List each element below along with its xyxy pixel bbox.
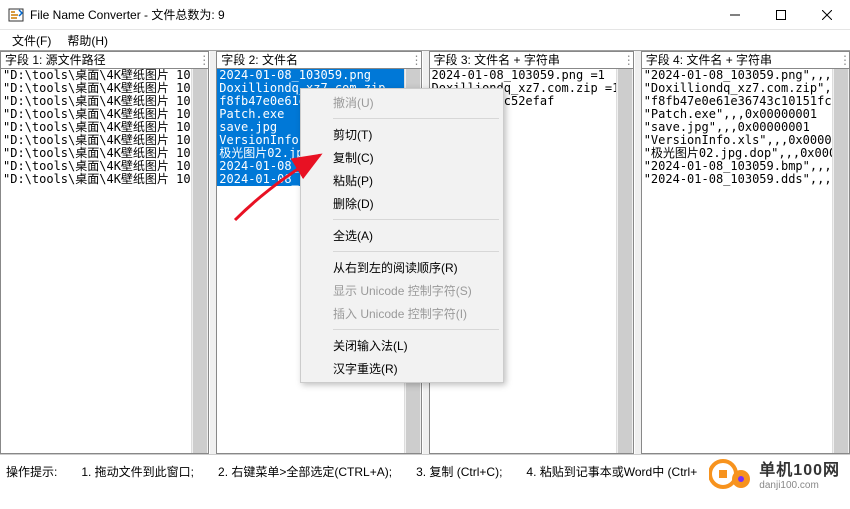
header-grip-icon: ⋮ bbox=[198, 52, 208, 68]
minimize-button[interactable] bbox=[712, 0, 758, 30]
watermark-sub: danji100.com bbox=[759, 480, 840, 491]
column-4-header-label: 字段 4: 文件名 + 字符串 bbox=[646, 52, 772, 68]
watermark-icon bbox=[709, 457, 753, 491]
hint-2: 2. 右键菜单>全部选定(CTRL+A); bbox=[218, 463, 392, 480]
ctx-separator bbox=[333, 118, 499, 119]
hint-prefix: 操作提示: bbox=[6, 463, 57, 480]
ctx-separator bbox=[333, 219, 499, 220]
menu-help[interactable]: 帮助(H) bbox=[61, 31, 114, 50]
column-1-body[interactable]: "D:\tools\桌面\4K壁纸图片 1080P"D:\tools\桌面\4K… bbox=[0, 69, 209, 454]
close-button[interactable] bbox=[804, 0, 850, 30]
column-3-scrollbar[interactable] bbox=[616, 69, 633, 453]
context-menu: 撤消(U) 剪切(T) 复制(C) 粘贴(P) 删除(D) 全选(A) 从右到左… bbox=[300, 88, 504, 383]
window-title: File Name Converter - 文件总数为: 9 bbox=[30, 6, 712, 23]
column-4-header[interactable]: 字段 4: 文件名 + 字符串 ⋮ bbox=[641, 51, 850, 69]
column-2-header-label: 字段 2: 文件名 bbox=[221, 52, 298, 68]
ctx-separator bbox=[333, 251, 499, 252]
header-grip-icon: ⋮ bbox=[623, 52, 633, 68]
title-bar: File Name Converter - 文件总数为: 9 bbox=[0, 0, 850, 30]
column-4-list[interactable]: "2024-01-08_103059.png",,,0x000"Doxillio… bbox=[642, 69, 832, 186]
column-1: 字段 1: 源文件路径 ⋮ "D:\tools\桌面\4K壁纸图片 1080P"… bbox=[0, 51, 210, 454]
watermark-text: 单机100网 bbox=[759, 456, 840, 480]
column-4: 字段 4: 文件名 + 字符串 ⋮ "2024-01-08_103059.png… bbox=[641, 51, 850, 454]
ctx-rtl[interactable]: 从右到左的阅读顺序(R) bbox=[303, 256, 501, 279]
column-1-header-label: 字段 1: 源文件路径 bbox=[5, 52, 106, 68]
column-4-scrollbar[interactable] bbox=[832, 69, 849, 453]
column-3-header[interactable]: 字段 3: 文件名 + 字符串 ⋮ bbox=[429, 51, 634, 69]
ctx-show-unicode: 显示 Unicode 控制字符(S) bbox=[303, 279, 501, 302]
ctx-delete[interactable]: 删除(D) bbox=[303, 192, 501, 215]
ctx-insert-unicode: 插入 Unicode 控制字符(I) bbox=[303, 302, 501, 325]
header-grip-icon: ⋮ bbox=[839, 52, 849, 68]
menu-file[interactable]: 文件(F) bbox=[6, 31, 57, 50]
ctx-hanzi[interactable]: 汉字重选(R) bbox=[303, 357, 501, 380]
ctx-close-ime[interactable]: 关闭输入法(L) bbox=[303, 334, 501, 357]
ctx-paste[interactable]: 粘贴(P) bbox=[303, 169, 501, 192]
hint-3: 3. 复制 (Ctrl+C); bbox=[416, 463, 502, 480]
ctx-cut[interactable]: 剪切(T) bbox=[303, 123, 501, 146]
app-icon bbox=[8, 7, 24, 23]
hint-4: 4. 粘贴到记事本或Word中 (Ctrl+ bbox=[526, 463, 697, 480]
ctx-separator bbox=[333, 329, 499, 330]
column-1-scrollbar[interactable] bbox=[191, 69, 208, 453]
ctx-copy[interactable]: 复制(C) bbox=[303, 146, 501, 169]
ctx-select-all[interactable]: 全选(A) bbox=[303, 224, 501, 247]
ctx-undo: 撤消(U) bbox=[303, 91, 501, 114]
maximize-button[interactable] bbox=[758, 0, 804, 30]
hint-1: 1. 拖动文件到此窗口; bbox=[81, 463, 194, 480]
column-3-header-label: 字段 3: 文件名 + 字符串 bbox=[434, 52, 560, 68]
column-1-header[interactable]: 字段 1: 源文件路径 ⋮ bbox=[0, 51, 209, 69]
list-item[interactable]: "D:\tools\桌面\4K壁纸图片 1080P bbox=[1, 173, 191, 186]
watermark: 单机100网 danji100.com bbox=[709, 456, 840, 491]
header-grip-icon: ⋮ bbox=[411, 52, 421, 68]
list-item[interactable]: "2024-01-08_103059.dds",,,0x000 bbox=[642, 173, 832, 186]
column-1-list[interactable]: "D:\tools\桌面\4K壁纸图片 1080P"D:\tools\桌面\4K… bbox=[1, 69, 191, 186]
menu-bar: 文件(F) 帮助(H) bbox=[0, 30, 850, 50]
column-2-header[interactable]: 字段 2: 文件名 ⋮ bbox=[216, 51, 421, 69]
column-4-body[interactable]: "2024-01-08_103059.png",,,0x000"Doxillio… bbox=[641, 69, 850, 454]
